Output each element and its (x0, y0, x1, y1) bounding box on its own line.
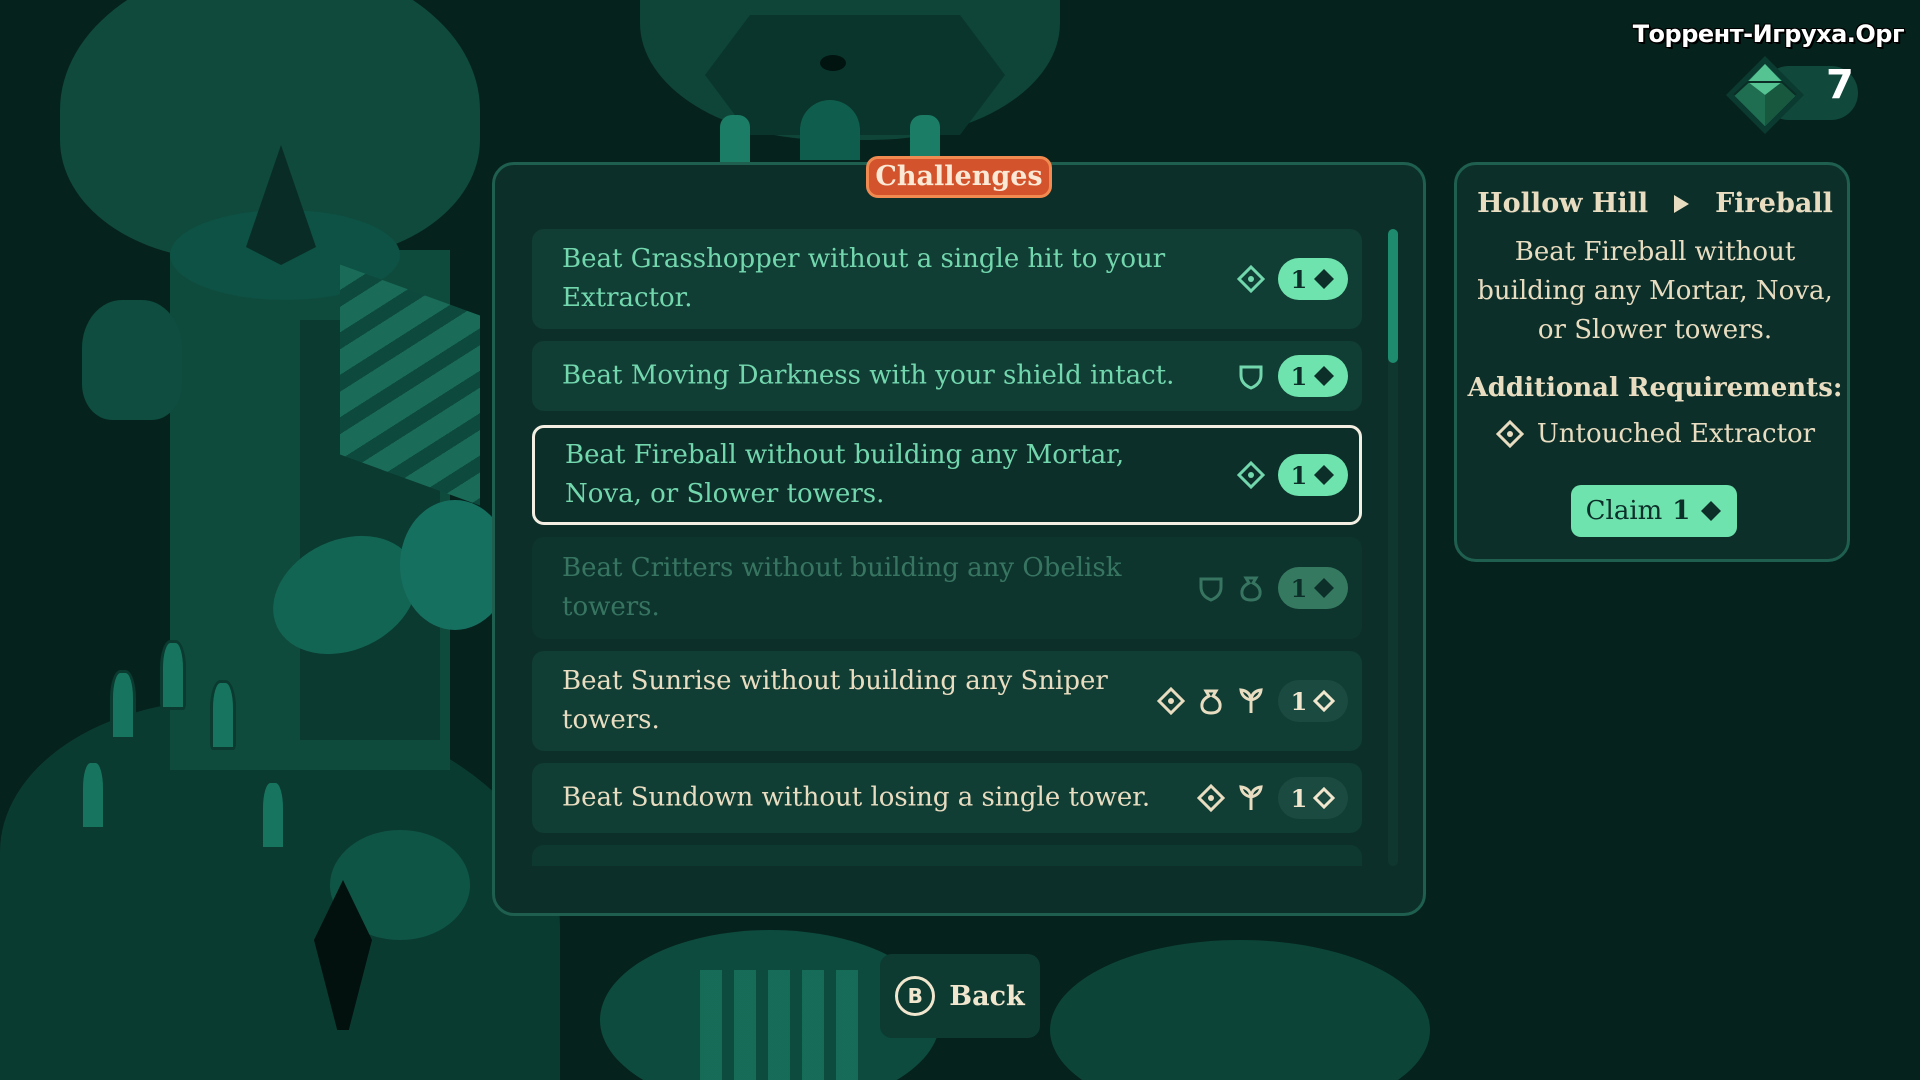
requirements-heading: Additional Requirements: (1467, 373, 1843, 403)
claim-amount: 1 (1672, 496, 1691, 526)
background-crystal (260, 780, 286, 850)
gem-icon (1314, 366, 1335, 386)
challenge-text: Beat Critters without building any Obeli… (562, 553, 1122, 622)
controller-b-button-icon: B (895, 976, 936, 1016)
requirement-icons (1236, 460, 1266, 490)
claim-button[interactable]: Claim 1 (1571, 485, 1737, 537)
requirement-icons (1236, 264, 1266, 294)
back-button[interactable]: B Back (880, 954, 1040, 1038)
challenge-detail-panel: Hollow Hill Fireball Beat Fireball withou… (1454, 162, 1850, 562)
untouched-extractor-icon (1196, 783, 1226, 813)
challenge-row[interactable]: Beat Grasshopper without a single hit to… (532, 229, 1362, 329)
plant-icon (1239, 688, 1263, 713)
reward-badge-claimed: 1 (1278, 777, 1348, 819)
challenge-row-claimed[interactable]: Beat Sunrise without building any Sniper… (532, 651, 1362, 751)
breadcrumb-arrow-icon (1674, 194, 1690, 213)
challenge-row-selected[interactable]: Beat Fireball without building any Morta… (532, 425, 1362, 525)
challenge-row[interactable]: Beat Moving Darkness with your shield in… (532, 341, 1362, 411)
requirement-item: Untouched Extractor (1457, 419, 1853, 449)
watermark: Торрент-Игруха.Орг (1632, 20, 1905, 48)
breadcrumb: Hollow Hill Fireball (1457, 187, 1853, 219)
background-pillars (700, 970, 860, 1080)
reward-amount: 1 (1290, 264, 1308, 294)
background-house-door (800, 100, 860, 160)
background-crystal (160, 640, 186, 710)
reward-badge: 1 (1278, 567, 1348, 609)
background-crystal (210, 680, 236, 750)
reward-amount: 1 (1290, 361, 1308, 391)
bag-icon (1200, 689, 1222, 715)
claim-label: Claim (1585, 496, 1663, 526)
requirement-icons (1196, 783, 1266, 813)
requirement-label: Untouched Extractor (1536, 419, 1816, 449)
shield-icon (1239, 365, 1263, 390)
requirement-icons (1156, 686, 1266, 716)
challenge-text: Beat Moving Darkness with your shield in… (562, 360, 1175, 391)
reward-amount: 1 (1290, 460, 1308, 490)
reward-badge: 1 (1278, 258, 1348, 300)
background-crystal (110, 670, 136, 740)
gem-icon (1314, 465, 1335, 485)
gem-icon (1701, 501, 1722, 521)
background-bush (1050, 940, 1430, 1080)
background-crystal (80, 760, 106, 830)
challenge-list-scrollbar[interactable] (1388, 229, 1398, 866)
breadcrumb-location: Hollow Hill (1477, 188, 1649, 219)
challenges-title: Challenges (866, 156, 1052, 198)
untouched-extractor-icon (1495, 419, 1525, 449)
reward-amount: 1 (1290, 686, 1308, 716)
back-label: Back (949, 980, 1025, 1012)
reward-badge: 1 (1278, 355, 1348, 397)
scrollbar-thumb[interactable] (1388, 229, 1398, 363)
bag-icon (1240, 576, 1262, 602)
requirement-icons (1236, 361, 1266, 391)
gem-icon (1314, 269, 1335, 289)
gem-icon (1314, 578, 1335, 598)
challenge-text: Beat Grasshopper without a single hit to… (562, 244, 1166, 313)
reward-amount: 1 (1290, 573, 1308, 603)
challenge-text: Beat Sunrise without building any Sniper… (562, 666, 1108, 735)
challenge-text: Beat Sundown without losing a single tow… (562, 782, 1151, 813)
plant-icon (1239, 785, 1263, 810)
gem-outline-icon (1313, 690, 1336, 712)
challenge-row-locked[interactable]: Beat Critters without building any Obeli… (532, 537, 1362, 639)
background-eye (820, 55, 846, 71)
requirement-icons (1196, 573, 1266, 603)
reward-amount: 1 (1290, 783, 1308, 813)
challenge-text: Beat Fireball without building any Morta… (565, 440, 1125, 509)
emerald-gem-icon (1726, 56, 1804, 134)
untouched-extractor-icon (1236, 460, 1266, 490)
gem-count: 7 (1826, 62, 1854, 108)
challenge-list[interactable]: Beat Grasshopper without a single hit to… (532, 229, 1362, 866)
challenge-row-claimed[interactable]: Beat Sundown without losing a single tow… (532, 763, 1362, 833)
untouched-extractor-icon (1156, 686, 1186, 716)
gem-counter: 7 (1722, 52, 1862, 134)
background-lantern (720, 115, 750, 165)
reward-badge: 1 (1278, 454, 1348, 496)
challenge-row-partial[interactable] (532, 845, 1362, 866)
gem-outline-icon (1313, 787, 1336, 809)
reward-badge-claimed: 1 (1278, 680, 1348, 722)
shield-icon (1199, 577, 1223, 602)
challenge-description: Beat Fireball without building any Morta… (1477, 237, 1833, 345)
untouched-extractor-icon (1236, 264, 1266, 294)
background-barrel (82, 300, 182, 420)
breadcrumb-level: Fireball (1715, 188, 1833, 219)
